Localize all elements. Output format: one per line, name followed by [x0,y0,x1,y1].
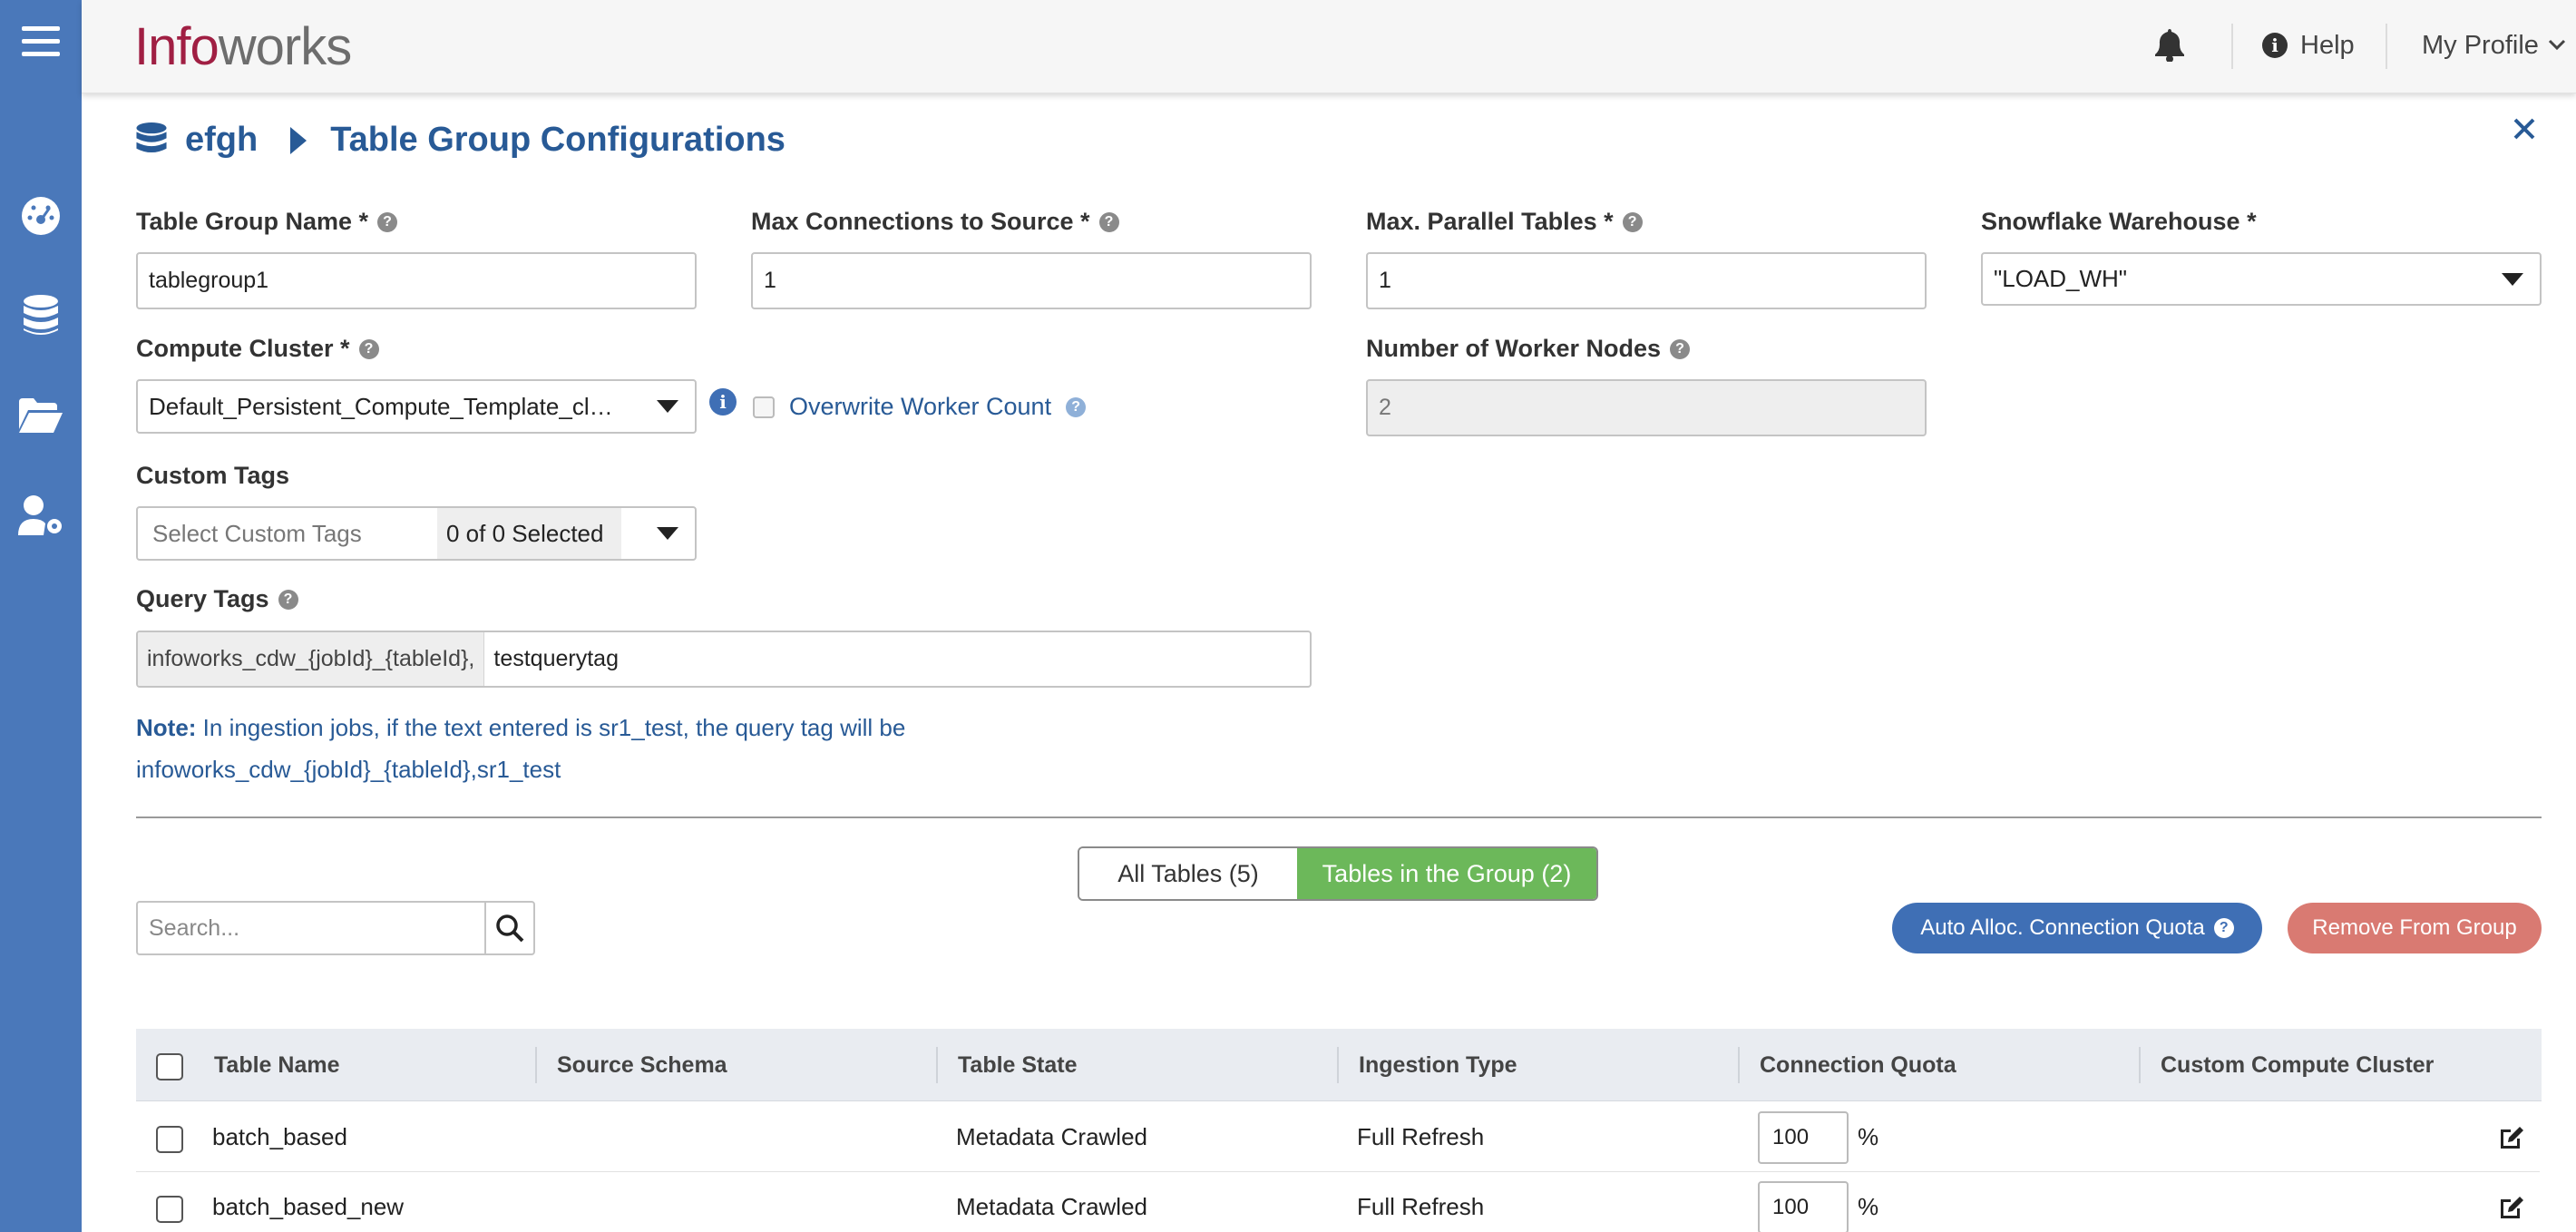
ingestion-type-cell: Full Refresh [1357,1193,1485,1220]
query-tags-label: Query Tags? [136,585,298,613]
auto-alloc-quota-button[interactable]: Auto Alloc. Connection Quota ? [1892,903,2262,953]
table-name-cell: batch_based_new [212,1193,405,1220]
menu-icon[interactable] [0,5,82,78]
custom-tags-select[interactable]: Select Custom Tags 0 of 0 Selected [136,506,697,561]
column-divider [936,1047,938,1083]
warehouse-select[interactable]: "LOAD_WH" [1981,252,2542,306]
column-divider [2139,1047,2141,1083]
overwrite-worker-option: Overwrite Worker Count ? [753,393,1087,421]
tab-all-tables[interactable]: All Tables (5) [1079,848,1297,899]
connection-quota-input[interactable]: 100 [1758,1110,1849,1164]
info-icon: i [2262,33,2288,58]
my-profile-menu[interactable]: My Profile [2422,0,2566,91]
search-input[interactable]: Search... [138,903,484,953]
close-icon[interactable] [2513,117,2536,145]
table-state-cell: Metadata Crawled [956,1123,1147,1150]
custom-tags-count: 0 of 0 Selected [437,508,622,559]
table-view-toggle: All Tables (5) Tables in the Group (2) [1078,846,1598,901]
remove-from-group-button[interactable]: Remove From Group [2288,903,2542,953]
help-button[interactable]: i Help [2262,0,2355,91]
caret-right-icon [290,126,307,154]
help-icon[interactable]: ? [377,211,398,232]
column-header-ingestion-type[interactable]: Ingestion Type [1359,1029,1517,1101]
column-divider [1337,1047,1339,1083]
help-icon: ? [2213,918,2234,938]
row-checkbox[interactable] [156,1126,183,1153]
column-header-table-state[interactable]: Table State [958,1029,1078,1101]
compute-cluster-select[interactable]: Default_Persistent_Compute_Template_cl… [136,379,697,434]
query-tags-field: infoworks_cdw_{jobId}_{tableId}, testque… [136,631,1312,688]
help-icon[interactable]: ? [1066,396,1087,417]
search-box: Search... [136,901,535,955]
user-settings-icon[interactable] [0,479,82,552]
header-divider [2386,24,2387,69]
top-bar: Infoworks i Help My Profile [82,0,2576,93]
column-header-source-schema[interactable]: Source Schema [557,1029,727,1101]
worker-nodes-label: Number of Worker Nodes? [1366,335,1691,363]
help-icon[interactable]: ? [358,338,379,359]
infoworks-logo[interactable]: Infoworks [134,16,352,77]
max-connections-label: Max Connections to Source *? [751,208,1119,236]
header-divider [2231,24,2233,69]
max-parallel-label: Max. Parallel Tables *? [1366,208,1643,236]
chevron-down-icon [2548,39,2565,51]
info-icon[interactable]: i [709,388,737,416]
row-checkbox[interactable] [156,1196,183,1223]
database-icon [136,122,167,152]
compute-cluster-label: Compute Cluster *? [136,335,379,363]
connection-quota-input[interactable]: 100 [1758,1180,1849,1232]
table-row: batch_based_new Metadata Crawled Full Re… [136,1172,2540,1232]
caret-down-icon [657,527,678,540]
table-row: batch_based Metadata Crawled Full Refres… [136,1102,2540,1172]
custom-tags-label: Custom Tags [136,462,290,489]
warehouse-label: Snowflake Warehouse * [1981,208,2257,235]
folder-open-icon[interactable] [0,379,82,452]
worker-nodes-input: 2 [1366,379,1927,436]
breadcrumb-source-link[interactable]: efgh [185,121,258,160]
column-header-table-name[interactable]: Table Name [214,1029,339,1101]
connection-quota-cell: 100 % [1758,1172,1878,1232]
select-all-checkbox[interactable] [156,1053,183,1080]
table-name-cell: batch_based [212,1123,347,1150]
table-header: Table Name Source Schema Table State Ing… [136,1029,2542,1101]
table-state-cell: Metadata Crawled [956,1193,1147,1220]
help-icon[interactable]: ? [1670,338,1691,359]
database-icon[interactable] [0,279,82,352]
help-icon[interactable]: ? [1098,211,1119,232]
caret-down-icon [657,400,678,413]
query-tags-prefix: infoworks_cdw_{jobId}_{tableId}, [138,632,485,686]
connection-quota-cell: 100 % [1758,1102,1878,1172]
help-icon[interactable]: ? [278,589,298,610]
table-group-name-label: Table Group Name *? [136,208,398,236]
column-divider [535,1047,537,1083]
query-tags-note: Note: In ingestion jobs, if the text ent… [136,714,906,783]
sidebar [0,0,82,1232]
notifications-bell-icon[interactable] [2155,0,2184,91]
column-divider [1738,1047,1740,1083]
tab-tables-in-group[interactable]: Tables in the Group (2) [1297,848,1596,899]
max-parallel-input[interactable]: 1 [1366,252,1927,309]
help-icon[interactable]: ? [1622,211,1643,232]
page-title: Table Group Configurations [330,121,785,159]
main-content: efgh Table Group Configurations Table Gr… [82,93,2576,1232]
caret-down-icon [2502,272,2523,286]
edit-icon[interactable] [2498,1102,2525,1172]
edit-icon[interactable] [2498,1172,2525,1232]
overwrite-worker-checkbox[interactable] [753,396,775,418]
column-header-custom-compute-cluster[interactable]: Custom Compute Cluster [2161,1029,2434,1101]
max-connections-input[interactable]: 1 [751,252,1312,309]
search-icon[interactable] [484,903,533,953]
breadcrumb: efgh Table Group Configurations [136,121,785,160]
dashboard-icon[interactable] [0,180,82,252]
table-group-name-input[interactable]: tablegroup1 [136,252,697,309]
ingestion-type-cell: Full Refresh [1357,1123,1485,1150]
column-header-connection-quota[interactable]: Connection Quota [1760,1029,1956,1101]
section-divider [136,816,2542,818]
query-tags-input[interactable]: testquerytag [484,632,1310,686]
